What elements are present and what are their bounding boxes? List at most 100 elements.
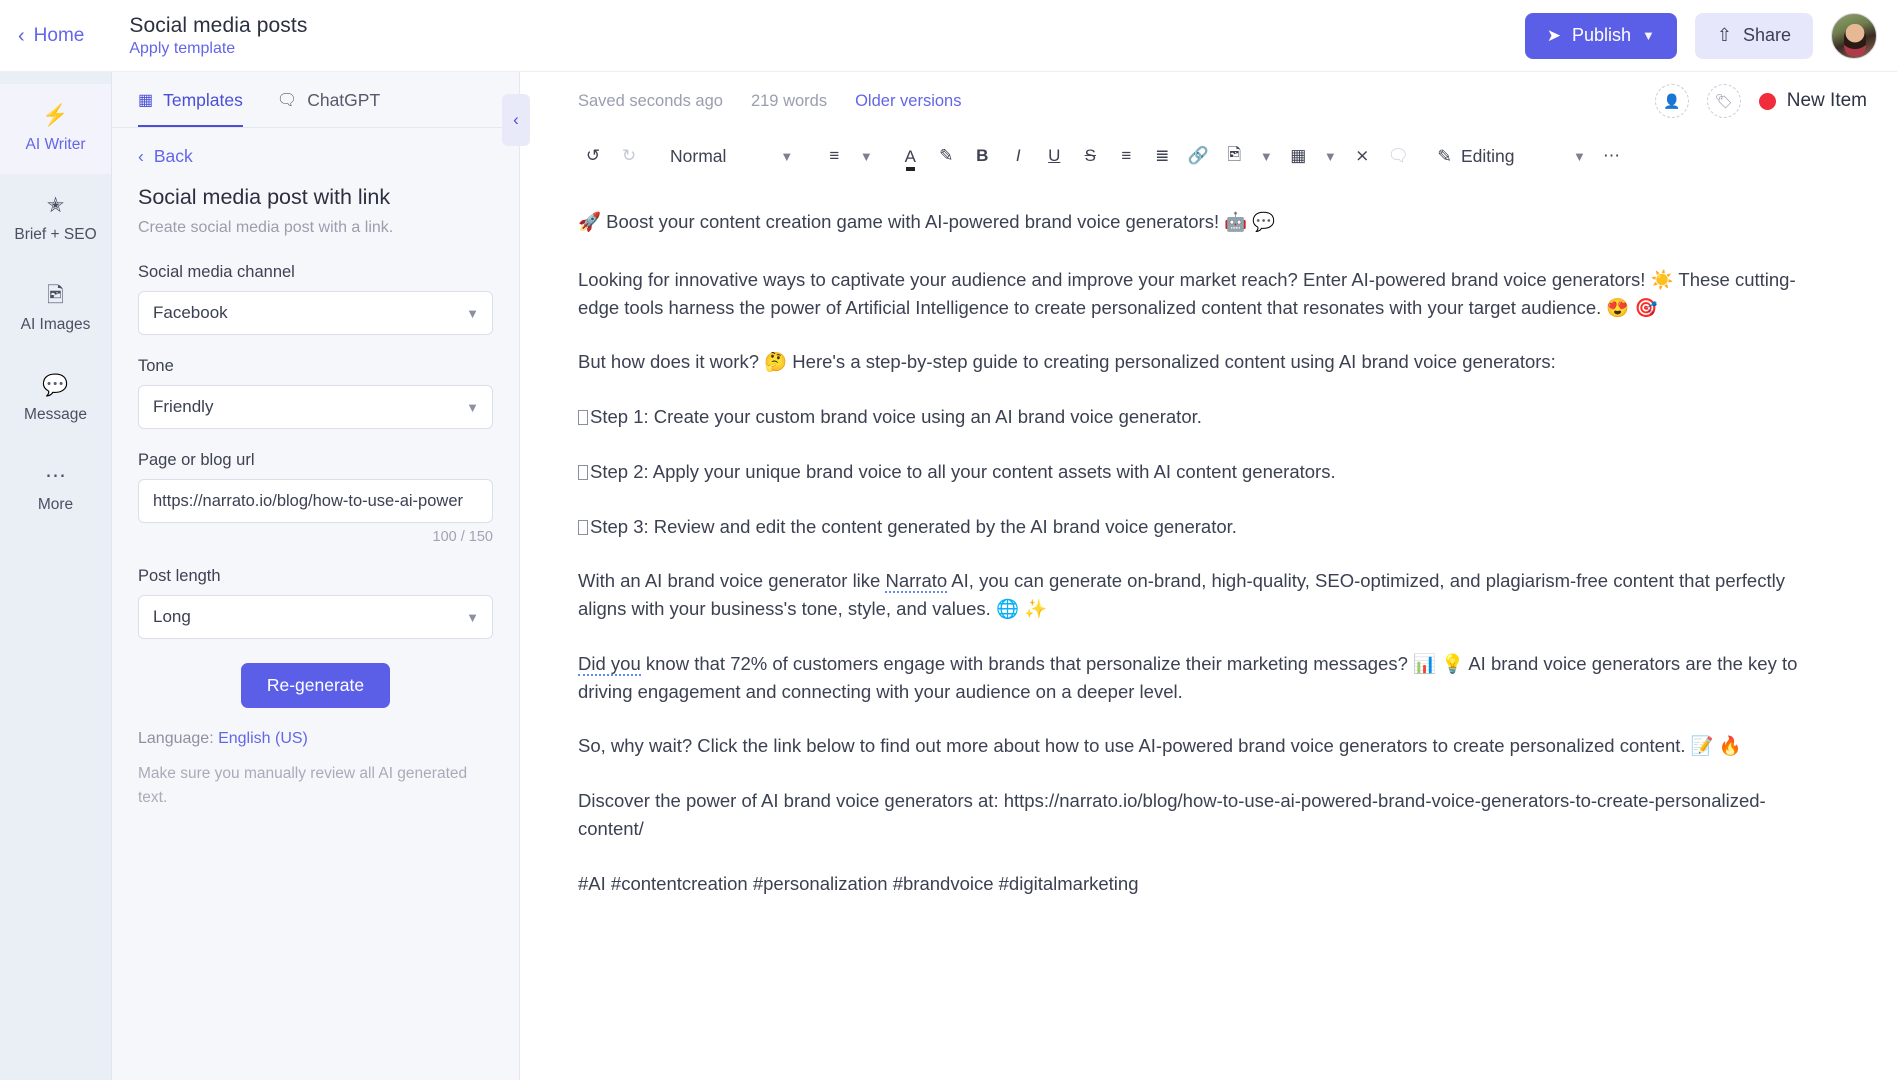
sidebar-item-label: Brief + SEO — [14, 225, 97, 243]
sidebar-item-ai-writer[interactable]: ⚡ AI Writer — [0, 84, 111, 174]
target-icon: ✭ — [46, 194, 65, 217]
table-icon[interactable]: ▦ — [1281, 139, 1315, 173]
italic-button[interactable]: I — [1001, 139, 1035, 173]
link-icon[interactable]: 🔗 — [1181, 139, 1215, 173]
field-social-media-channel: Social media channel Facebook ▼ — [138, 263, 493, 335]
apply-template-link[interactable]: Apply template — [129, 40, 307, 58]
highlighter-icon[interactable]: ✎ — [929, 139, 963, 173]
more-options-icon[interactable]: ⋯ — [1594, 139, 1628, 173]
home-label: Home — [33, 24, 85, 46]
older-versions-link[interactable]: Older versions — [855, 92, 961, 111]
back-button[interactable]: ‹ Back — [138, 146, 493, 167]
sidebar-item-ai-images[interactable]: 🖻 AI Images — [0, 264, 111, 354]
editor-toolbar: ↺ ↻ Normal ▼ ≡ ▼ A ✎ B I U S ≡ ≣ 🔗 🖻 ▼ ▦… — [520, 130, 1897, 182]
top-bar-actions: ➤ Publish ▼ ⇧ Share — [1524, 12, 1877, 59]
step-text: Step 2: Apply your unique brand voice to… — [590, 460, 1336, 482]
chevron-down-icon[interactable]: ▼ — [1566, 139, 1592, 173]
misspelled-word: Narrato — [885, 570, 948, 594]
paragraph-link: Discover the power of AI brand voice gen… — [578, 790, 1766, 839]
document-title-block: Social media posts Apply template — [129, 14, 307, 58]
chevron-down-icon: ▼ — [780, 148, 794, 164]
clear-format-icon[interactable]: ⨯ — [1345, 139, 1379, 173]
field-label: Social media channel — [138, 263, 295, 281]
text-after: know that 72% of customers engage with b… — [578, 652, 1798, 702]
template-name: Social media post with link — [138, 185, 391, 209]
editing-mode-dropdown[interactable]: ✎ Editing — [1429, 139, 1522, 173]
underline-button[interactable]: U — [1037, 139, 1071, 173]
template-description: Create social media post with a link. — [138, 219, 394, 236]
publish-button[interactable]: ➤ Publish ▼ — [1524, 12, 1677, 59]
add-person-icon[interactable]: 👤 — [1654, 84, 1689, 118]
field-label: Post length — [138, 567, 221, 585]
field-page-or-blog-url: Page or blog url https://narrato.io/blog… — [138, 451, 493, 545]
paragraph: So, why wait? Click the link below to fi… — [578, 735, 1742, 757]
undo-icon[interactable]: ↺ — [576, 139, 610, 173]
chat-icon: 💬 — [42, 374, 69, 397]
field-post-length: Post length Long ▼ — [138, 567, 493, 639]
strikethrough-button[interactable]: S — [1073, 139, 1107, 173]
redo-icon[interactable]: ↻ — [612, 139, 646, 173]
field-tone: Tone Friendly ▼ — [138, 357, 493, 429]
social-media-channel-select[interactable]: Facebook ▼ — [138, 291, 493, 335]
post-length-select[interactable]: Long ▼ — [138, 595, 493, 639]
share-label: Share — [1742, 25, 1791, 45]
paragraph: Looking for innovative ways to captivate… — [578, 268, 1796, 318]
panel-tabs: ▦ Templates 🗨 ChatGPT — [112, 72, 519, 128]
sidebar-item-brief-seo[interactable]: ✭ Brief + SEO — [0, 174, 111, 264]
text-color-icon[interactable]: A — [893, 139, 927, 173]
ellipsis-icon: ⋯ — [45, 464, 66, 487]
paragraph-step-1: Step 1: Create your custom brand voice u… — [578, 403, 1821, 431]
chevron-down-icon[interactable]: ▼ — [1253, 139, 1279, 173]
add-tag-icon[interactable]: 🏷 — [1706, 84, 1741, 118]
collapse-panel-button[interactable]: ‹ — [502, 94, 530, 146]
comment-icon[interactable]: 🗨 — [1381, 139, 1415, 173]
chevron-left-icon: ‹ — [18, 24, 25, 47]
keycap-2-icon — [578, 464, 588, 480]
paragraph: With an AI brand voice generator like Na… — [578, 567, 1821, 623]
sidebar-item-more[interactable]: ⋯ More — [0, 444, 111, 534]
pencil-icon: ✎ — [1437, 145, 1452, 166]
chevron-down-icon: ▼ — [466, 399, 479, 415]
paragraph: Did you know that 72% of customers engag… — [578, 650, 1821, 706]
field-label: Tone — [138, 357, 174, 375]
page-url-input[interactable]: https://narrato.io/blog/how-to-use-ai-po… — [138, 479, 493, 523]
paragraph-style-value: Normal — [670, 145, 727, 166]
lightning-icon: ⚡ — [42, 104, 69, 127]
regenerate-row: Re-generate — [138, 663, 493, 708]
language-prefix: Language: — [138, 730, 219, 747]
bold-button[interactable]: B — [965, 139, 999, 173]
chevron-down-icon[interactable]: ▼ — [1317, 139, 1343, 173]
keycap-3-icon — [578, 519, 588, 535]
chevron-down-icon: ▼ — [466, 305, 479, 321]
status-badge[interactable]: New Item — [1758, 90, 1867, 112]
document-body[interactable]: 🚀 Boost your content creation game with … — [520, 182, 1897, 1062]
step-text: Step 3: Review and edit the content gene… — [590, 515, 1237, 537]
tab-chatgpt[interactable]: 🗨 ChatGPT — [277, 88, 380, 127]
regenerate-button[interactable]: Re-generate — [240, 663, 391, 708]
word-count: 219 words — [750, 91, 828, 110]
numbered-list-icon[interactable]: ≣ — [1145, 139, 1179, 173]
back-label: Back — [153, 146, 193, 166]
chat-bubbles-icon: 🗨 — [276, 92, 298, 109]
chevron-down-icon[interactable]: ▼ — [853, 139, 879, 173]
image-icon[interactable]: 🖻 — [1217, 139, 1251, 173]
paragraph-style-dropdown[interactable]: Normal ▼ — [660, 139, 803, 173]
tab-label: Templates — [163, 89, 243, 110]
sidebar-item-label: Message — [24, 405, 87, 423]
bullet-list-icon[interactable]: ≡ — [1109, 139, 1143, 173]
char-counter: 100 / 150 — [432, 529, 493, 545]
keycap-1-icon — [578, 410, 588, 425]
align-icon[interactable]: ≡ — [817, 139, 851, 173]
tab-templates[interactable]: ▦ Templates — [138, 88, 243, 127]
select-value: Facebook — [153, 303, 228, 322]
paragraph-step-3: Step 3: Review and edit the content gene… — [578, 513, 1821, 541]
avatar[interactable] — [1831, 12, 1877, 59]
language-value-link[interactable]: English (US) — [218, 730, 308, 747]
tone-select[interactable]: Friendly ▼ — [138, 385, 493, 429]
templates-grid-icon: ▦ — [138, 92, 154, 109]
home-back-link[interactable]: ‹ Home — [18, 25, 84, 47]
editor-meta-actions: 👤 🏷 New Item — [1654, 84, 1867, 118]
sidebar-item-message[interactable]: 💬 Message — [0, 354, 111, 444]
share-button[interactable]: ⇧ Share — [1694, 12, 1813, 59]
chevron-left-icon: ‹ — [513, 110, 519, 129]
